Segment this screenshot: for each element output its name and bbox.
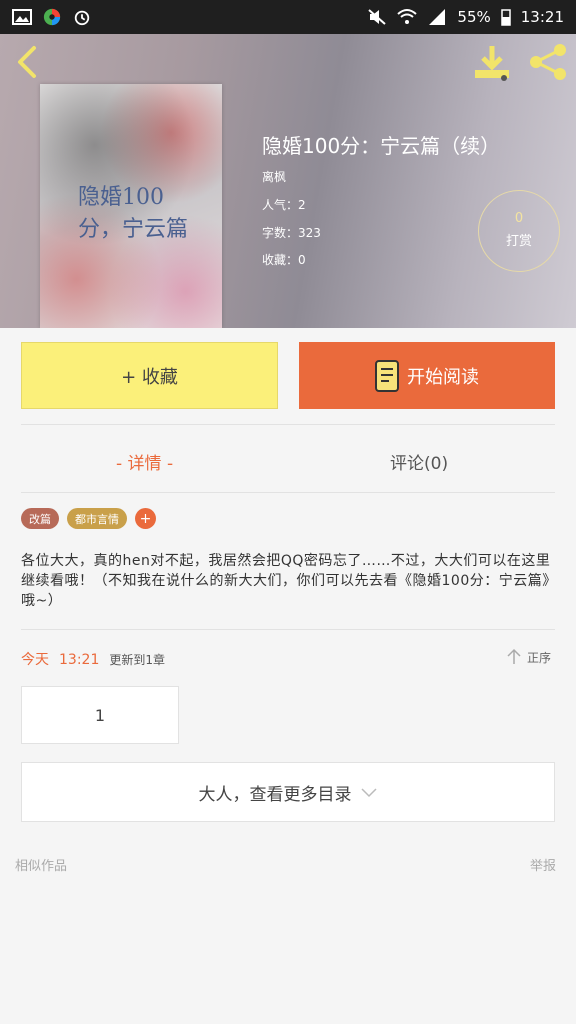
tip-label: 打赏 (505, 234, 532, 249)
chapter-item[interactable]: 1 (21, 686, 179, 744)
update-info: 今天 13:21 更新到1章 (21, 649, 165, 669)
similar-works-label: 相似作品 (15, 859, 68, 874)
add-tag-button[interactable]: + (135, 508, 156, 529)
book-popularity: 人气：2 (262, 198, 306, 212)
tag-list: 改篇 都市言情 + (21, 508, 156, 529)
battery-icon (501, 9, 511, 26)
mute-icon (368, 9, 387, 25)
battery-percent: 55% (457, 8, 491, 26)
download-icon[interactable] (472, 42, 512, 82)
update-day: 今天 (21, 652, 49, 668)
divider (21, 629, 555, 630)
add-favorite-button[interactable]: + 收藏 (21, 342, 278, 409)
more-catalog-label: 大人，查看更多目录 (198, 784, 352, 805)
more-catalog-button[interactable]: 大人，查看更多目录 (21, 762, 555, 822)
tip-button[interactable]: 0 打赏 (478, 190, 560, 272)
book-author: 离枫 (262, 170, 287, 184)
back-icon[interactable] (12, 42, 42, 82)
report-link[interactable]: 举报 (530, 855, 556, 874)
tab-detail[interactable]: - 详情 - (116, 449, 173, 474)
signal-icon (429, 9, 446, 25)
start-reading-label: 开始阅读 (407, 366, 479, 388)
chevron-down-icon (360, 788, 377, 798)
start-reading-button[interactable]: 开始阅读 (299, 342, 555, 409)
share-icon[interactable] (528, 42, 568, 82)
book-cover: 隐婚100分，宁云篇 (40, 84, 222, 328)
tab-comment[interactable]: 评论(0) (390, 449, 448, 474)
book-title: 隐婚100分：宁云篇（续） (262, 134, 501, 158)
book-description: 各位大大，真的hen对不起，我居然会把QQ密码忘了……不过，大大们可以在这里继续… (21, 553, 551, 609)
book-word-count: 字数：323 (262, 226, 321, 240)
book-icon (375, 359, 399, 392)
chapter-label: 1 (94, 705, 106, 725)
divider (21, 492, 555, 493)
gallery-icon (12, 9, 32, 25)
divider (21, 424, 555, 425)
clock: 13:21 (520, 8, 564, 26)
book-favorites: 收藏：0 (262, 253, 306, 267)
update-text: 更新到1章 (109, 653, 165, 667)
tag-item[interactable]: 都市言情 (67, 508, 127, 529)
tip-count: 0 (514, 211, 524, 226)
wifi-icon (397, 9, 418, 24)
cover-title: 隐婚100分，宁云篇 (78, 185, 189, 242)
tag-item[interactable]: 改篇 (21, 508, 59, 529)
update-time: 13:21 (59, 652, 100, 668)
add-favorite-label: + 收藏 (121, 366, 178, 388)
arrow-up-icon (507, 648, 521, 664)
book-header: 隐婚100分，宁云篇 隐婚100分：宁云篇（续） 离枫 人气：2 字数：323 … (0, 34, 576, 328)
app-icon (43, 8, 61, 26)
alarm-icon (74, 10, 90, 26)
sort-button[interactable]: 正序 (505, 648, 551, 666)
status-bar: 55% 13:21 (0, 0, 576, 34)
sort-label: 正序 (527, 650, 552, 665)
